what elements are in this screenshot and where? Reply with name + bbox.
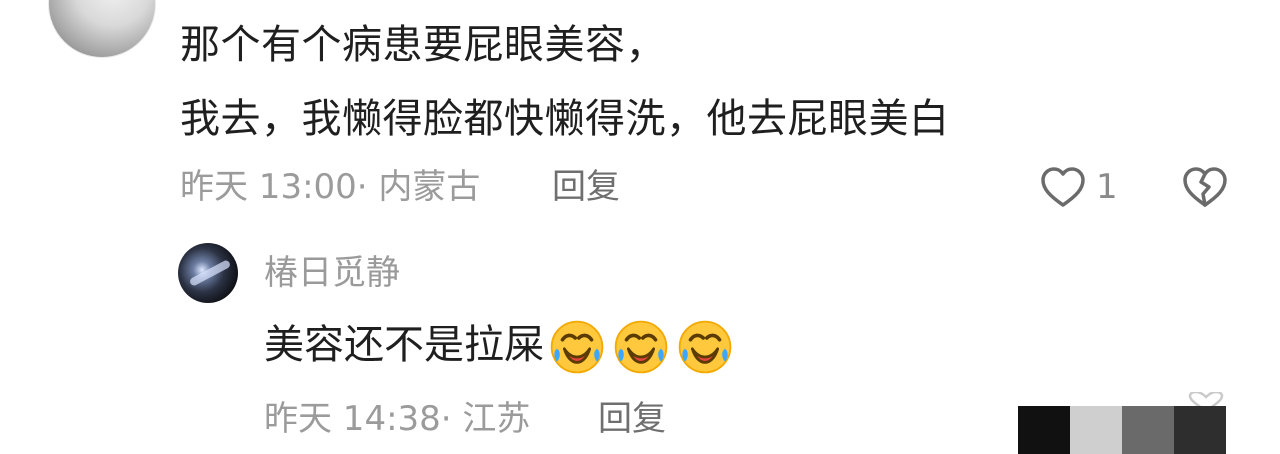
reply-meta: 昨天 14:38· 江苏 xyxy=(264,396,530,442)
reply-text-content: 美容还不是拉屎 xyxy=(264,322,544,368)
overlay-segment xyxy=(1070,406,1122,454)
comment-meta: 昨天 13:00· 内蒙古 xyxy=(180,164,480,210)
overlay-segment xyxy=(1122,406,1174,454)
comment-time: 昨天 13:00 xyxy=(180,167,357,207)
reply-user-avatar[interactable] xyxy=(178,243,238,303)
like-button[interactable]: 1 xyxy=(1040,163,1118,211)
overlay-segment xyxy=(1174,406,1226,454)
laughing-crying-emoji xyxy=(614,320,668,374)
dislike-button[interactable] xyxy=(1181,163,1229,211)
comment-location: 内蒙古 xyxy=(378,167,481,207)
comment-thread: 那个有个病患要屁眼美容， 我去，我懒得脸都快懒得洗，他去屁眼美白 昨天 13:0… xyxy=(0,0,1280,454)
laughing-crying-emoji xyxy=(678,320,732,374)
overlay-segment xyxy=(1018,406,1070,454)
heart-outline-icon xyxy=(1041,167,1085,207)
color-block-overlay xyxy=(1018,406,1226,454)
reply-button[interactable]: 回复 xyxy=(552,164,620,210)
broken-heart-icon xyxy=(1183,167,1227,207)
like-count: 1 xyxy=(1096,167,1118,207)
reply-text: 美容还不是拉屎 xyxy=(264,316,734,374)
user-avatar[interactable] xyxy=(48,0,156,58)
meta-separator: · xyxy=(440,399,452,439)
emoji-row xyxy=(548,318,734,376)
reply-time: 昨天 14:38 xyxy=(264,399,441,439)
reply-location: 江苏 xyxy=(462,399,531,439)
reply-to-reply-button[interactable]: 回复 xyxy=(598,396,666,442)
reply-username[interactable]: 椿日觅静 xyxy=(264,250,400,296)
comment-text-line-1: 那个有个病患要屁眼美容， xyxy=(180,22,666,68)
meta-separator: · xyxy=(356,167,368,207)
comment-text-line-2: 我去，我懒得脸都快懒得洗，他去屁眼美白 xyxy=(180,96,950,142)
laughing-crying-emoji xyxy=(550,320,604,374)
